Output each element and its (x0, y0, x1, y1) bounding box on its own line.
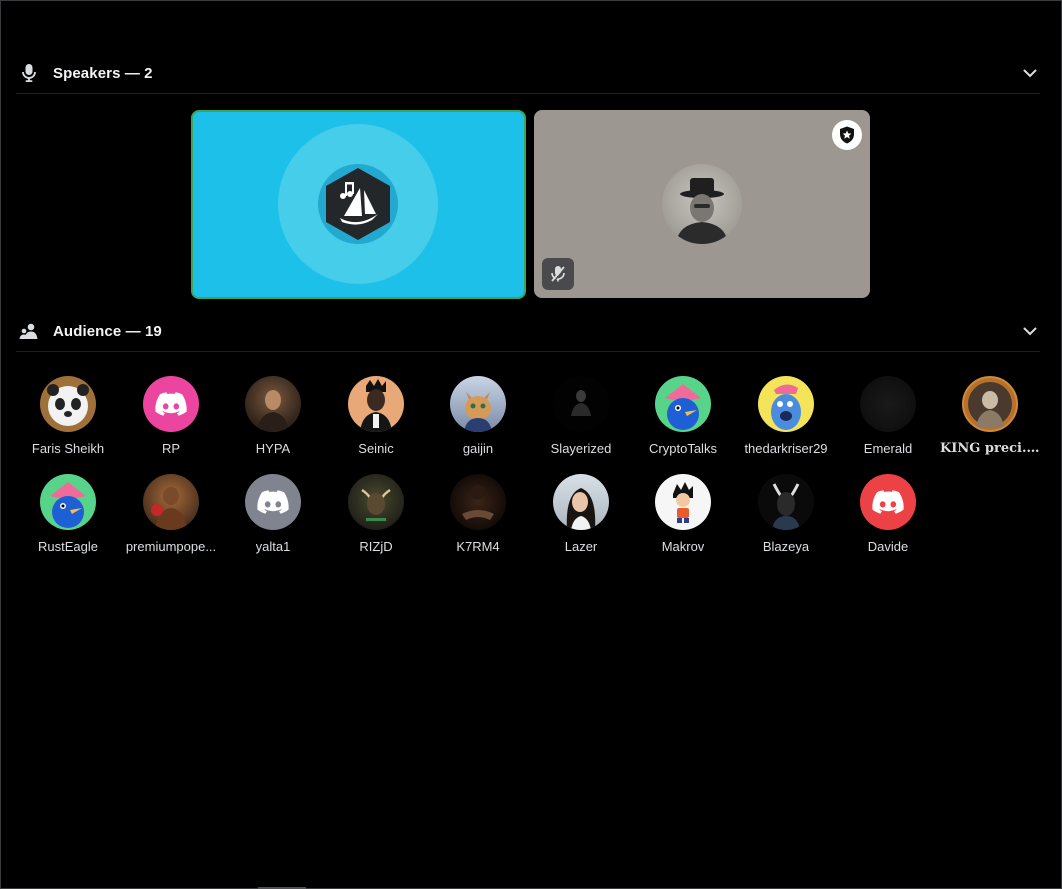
speakers-header: Speakers — 2 (16, 53, 1040, 94)
member-name: Davide (867, 539, 909, 554)
audience-member-emerald[interactable]: Emerald (838, 376, 938, 456)
chevron-down-icon[interactable] (1020, 63, 1040, 83)
cat-avatar (450, 376, 506, 432)
audience-member-thedarkriser29[interactable]: thedarkriser29 (736, 376, 836, 456)
bird-avatar (40, 474, 96, 530)
framed-avatar (962, 376, 1018, 432)
member-name: Seinic (358, 441, 394, 456)
audience-member-k7rm4[interactable]: K7RM4 (428, 474, 528, 554)
blue-creature-avatar (758, 376, 814, 432)
speaker-tile-2[interactable] (534, 110, 870, 298)
muted-microphone-icon (542, 258, 574, 290)
audience-icon (18, 320, 40, 342)
audience-member-rusteagle[interactable]: RustEagle (18, 474, 118, 554)
audience-member-cryptotalks[interactable]: CryptoTalks (633, 376, 733, 456)
member-name: Slayerized (550, 441, 612, 456)
speakers-title: Speakers — 2 (53, 64, 153, 82)
member-name: Emerald (863, 441, 913, 456)
audience-member-faris-sheikh[interactable]: Faris Sheikh (18, 376, 118, 456)
member-name: RIZjD (359, 539, 393, 554)
illustrated-avatar (348, 376, 404, 432)
chevron-down-icon[interactable] (1020, 321, 1040, 341)
photo-avatar (245, 376, 301, 432)
audience-member-gaijin[interactable]: gaijin (428, 376, 528, 456)
audience-member-king-preci[interactable]: KING preci...◍ (940, 376, 1040, 456)
speaker-tile-music-bot[interactable] (191, 110, 526, 299)
audience-member-slayerized[interactable]: Slayerized (531, 376, 631, 456)
member-name: yalta1 (255, 539, 291, 554)
member-name: Makrov (661, 539, 705, 554)
discord-logo-icon (245, 474, 301, 530)
dark-hands-avatar (450, 474, 506, 530)
audience-member-davide[interactable]: Davide (838, 474, 938, 554)
member-name: premiumpope... (125, 539, 217, 554)
panda-avatar (40, 376, 96, 432)
audience-member-premiumpope[interactable]: premiumpope... (121, 474, 221, 554)
audience-member-blazeya[interactable]: Blazeya (736, 474, 836, 554)
bird-avatar (655, 376, 711, 432)
anime-avatar (655, 474, 711, 530)
discord-logo-icon (860, 474, 916, 530)
audience-member-hypa[interactable]: HYPA (223, 376, 323, 456)
audience-member-makrov[interactable]: Makrov (633, 474, 733, 554)
audience-member-rp[interactable]: RP (121, 376, 221, 456)
dark-figure-avatar (553, 376, 609, 432)
discord-logo-icon (143, 376, 199, 432)
member-name: thedarkriser29 (744, 441, 828, 456)
member-name: CryptoTalks (649, 441, 717, 456)
member-name: RP (161, 441, 181, 456)
avatar (318, 164, 398, 244)
audience-member-yalta1[interactable]: yalta1 (223, 474, 323, 554)
member-name: K7RM4 (456, 539, 500, 554)
audience-header: Audience — 19 (16, 311, 1040, 352)
member-name: KING preci...◍ (940, 441, 1040, 456)
bull-avatar (348, 474, 404, 530)
audience-title: Audience — 19 (53, 322, 162, 340)
audience-member-seinic[interactable]: Seinic (326, 376, 426, 456)
avatar (662, 164, 742, 244)
member-name: RustEagle (38, 539, 98, 554)
member-name: Lazer (564, 539, 598, 554)
dark-avatar (860, 376, 916, 432)
member-name: HYPA (255, 441, 291, 456)
goat-avatar (758, 474, 814, 530)
boxer-avatar (143, 474, 199, 530)
music-boat-icon (326, 168, 390, 240)
microphone-icon (18, 62, 40, 84)
member-name: Blazeya (762, 539, 810, 554)
member-name: Faris Sheikh (31, 441, 105, 456)
audience-member-lazer[interactable]: Lazer (531, 474, 631, 554)
woman-avatar (553, 474, 609, 530)
audience-member-rizjd[interactable]: RIZjD (326, 474, 426, 554)
member-name: gaijin (462, 441, 494, 456)
moderator-badge-icon (832, 120, 862, 150)
